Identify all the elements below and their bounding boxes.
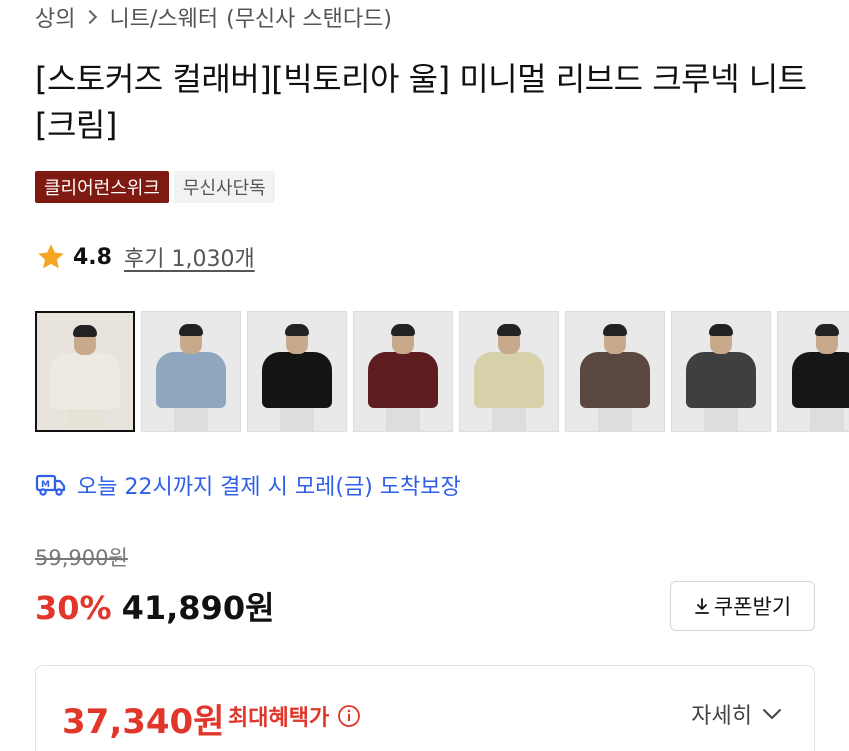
clearance-week-badge: 클리어런스위크 — [35, 171, 169, 203]
discount-rate: 30% — [35, 589, 112, 627]
breadcrumb-category[interactable]: 상의 — [35, 1, 75, 33]
product-title: [스토커즈 컬래버][빅토리아 울] 미니멀 리브드 크루넥 니트 [크림] — [35, 60, 807, 144]
badge-row: 클리어런스위크 무신사단독 — [35, 171, 275, 203]
price-row: 30% 41,890원 — [35, 583, 275, 629]
sweater-shape — [686, 352, 756, 408]
delivery-truck-icon: M — [35, 474, 66, 496]
product-thumbnail[interactable] — [565, 311, 665, 432]
sweater-shape — [50, 353, 120, 409]
coupon-label: 쿠폰받기 — [713, 595, 792, 619]
get-coupon-button[interactable]: 쿠폰받기 — [670, 581, 815, 631]
sweater-shape — [474, 352, 544, 408]
sweater-shape — [792, 352, 849, 408]
pants-shape — [280, 406, 314, 431]
model-hair — [497, 324, 521, 336]
review-count-link[interactable]: 후기 1,030개 — [124, 241, 255, 273]
max-benefit-price: 37,340원 — [62, 702, 225, 742]
pants-shape — [386, 406, 420, 431]
rating-row: 4.8 후기 1,030개 — [35, 240, 255, 274]
detail-toggle[interactable]: 자세히 — [691, 698, 782, 730]
star-icon — [38, 244, 64, 269]
sale-price: 41,890원 — [121, 589, 275, 627]
max-benefit-label-group: 최대혜택가 — [228, 700, 361, 732]
max-benefit-label: 최대혜택가 — [228, 706, 330, 731]
breadcrumb: 상의 니트/스웨터 (무신사 스탠다드) — [35, 2, 392, 32]
max-benefit-panel[interactable]: 37,340원 최대혜택가 자세히 — [35, 665, 815, 751]
exclusive-badge: 무신사단독 — [173, 171, 275, 203]
product-thumbnail[interactable] — [247, 311, 347, 432]
product-thumbnail[interactable] — [141, 311, 241, 432]
delivery-guarantee: M 오늘 22시까지 결제 시 모레(금) 도착보장 — [35, 468, 461, 502]
pants-shape — [704, 406, 738, 431]
chevron-down-icon — [763, 709, 781, 719]
pants-shape — [174, 406, 208, 431]
model-hair — [709, 324, 733, 336]
product-thumbnail[interactable] — [671, 311, 771, 432]
original-price: 59,900원 — [35, 546, 128, 570]
pants-shape — [68, 407, 102, 430]
download-icon — [694, 598, 709, 614]
product-thumbnail[interactable] — [353, 311, 453, 432]
model-hair — [815, 324, 839, 336]
model-hair — [73, 325, 97, 337]
detail-label: 자세히 — [691, 704, 752, 729]
breadcrumb-store[interactable]: (무신사 스탠다드) — [226, 1, 392, 33]
product-thumbnail[interactable] — [35, 311, 135, 432]
model-hair — [603, 324, 627, 336]
product-thumbnail[interactable] — [459, 311, 559, 432]
delivery-text: 오늘 22시까지 결제 시 모레(금) 도착보장 — [77, 475, 461, 500]
sweater-shape — [580, 352, 650, 408]
product-thumbnail[interactable] — [777, 311, 849, 432]
model-hair — [391, 324, 415, 336]
sweater-shape — [156, 352, 226, 408]
pants-shape — [492, 406, 526, 431]
pants-shape — [598, 406, 632, 431]
svg-text:M: M — [41, 480, 50, 490]
thumbnail-strip[interactable] — [35, 311, 849, 432]
sweater-shape — [368, 352, 438, 408]
sweater-shape — [262, 352, 332, 408]
pants-shape — [810, 406, 844, 431]
rating-score: 4.8 — [73, 244, 112, 270]
chevron-right-icon — [83, 9, 98, 25]
info-icon[interactable] — [337, 704, 361, 728]
model-hair — [179, 324, 203, 336]
model-hair — [285, 324, 309, 336]
breadcrumb-subcategory[interactable]: 니트/스웨터 — [109, 1, 218, 33]
